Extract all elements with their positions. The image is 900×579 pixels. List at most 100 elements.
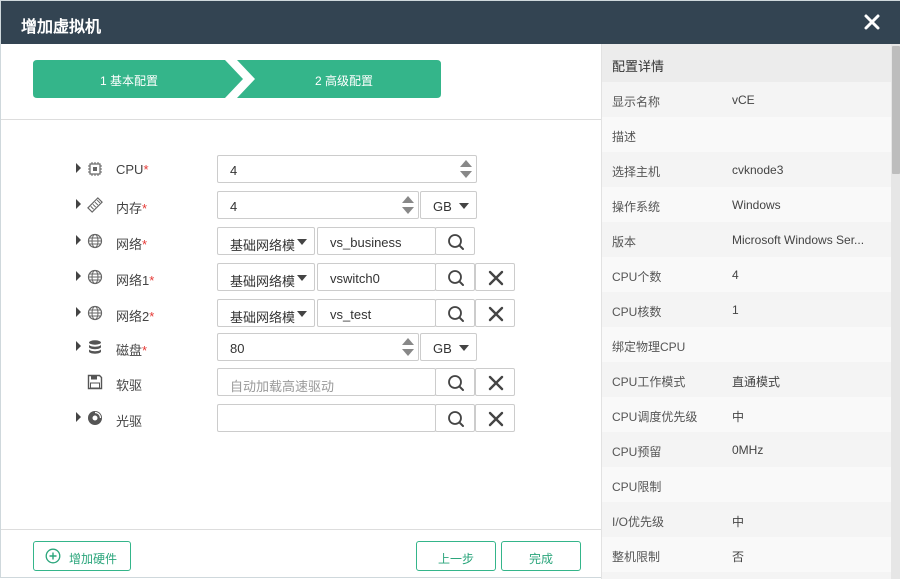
expand-caret-icon[interactable] — [76, 235, 81, 245]
memory-unit-select[interactable]: GB — [420, 191, 477, 219]
floppy-remove-button[interactable] — [475, 368, 515, 396]
memory-size-input[interactable]: 4 — [217, 191, 419, 219]
network1-type-select[interactable]: 基础网络模 — [217, 263, 315, 291]
globe-icon — [87, 305, 103, 321]
network1-vswitch-input[interactable]: vswitch0 — [317, 263, 436, 291]
expand-caret-icon[interactable] — [76, 199, 81, 209]
step-advanced-config[interactable]: 2 高级配置 — [315, 72, 373, 89]
chevron-down-icon — [297, 239, 307, 245]
add-vm-dialog: 增加虚拟机 1 基本配置 2 高级配置 CPU* 4 内存* 4 GB 网络* … — [0, 0, 900, 579]
disk-label: 磁盘* — [116, 343, 148, 358]
wizard-steps: 1 基本配置 2 高级配置 — [33, 60, 441, 98]
globe-icon — [87, 233, 103, 249]
floppy-input[interactable]: 自动加载高速驱动 — [217, 368, 436, 396]
close-icon — [488, 375, 504, 391]
memory-row: 内存* 4 GB — [1, 191, 601, 219]
add-hardware-button[interactable]: 增加硬件 — [33, 541, 131, 571]
config-details-panel: 配置详情 显示名称 vCE 描述选择主机 cvknode3 操作系统 Windows 版本 M… — [601, 44, 900, 579]
disk-unit-select[interactable]: GB — [420, 333, 477, 361]
detail-key: 版本 — [612, 235, 637, 249]
detail-row: 显示名称 vCE — [602, 82, 892, 117]
scrollbar-thumb[interactable] — [892, 46, 900, 174]
disk-stepper[interactable] — [402, 337, 414, 359]
cdrom-label: 光驱 — [116, 414, 143, 429]
detail-key: 整机限制 — [612, 550, 661, 564]
cpu-count-input[interactable]: 4 — [217, 155, 477, 183]
finish-button[interactable]: 完成 — [501, 541, 581, 571]
expand-caret-icon[interactable] — [76, 271, 81, 281]
detail-key: CPU调度优先级 — [612, 410, 698, 424]
chevron-down-icon — [297, 311, 307, 317]
detail-key: 选择主机 — [612, 165, 661, 179]
expand-caret-icon[interactable] — [76, 163, 81, 173]
detail-key: CPU预留 — [612, 445, 662, 459]
close-icon — [488, 411, 504, 427]
detail-row: I/O优先级 中 — [602, 502, 892, 537]
detail-value: cvknode3 — [732, 163, 784, 177]
floppy-disk-icon — [87, 374, 103, 390]
step-basic-config[interactable]: 1 基本配置 — [100, 72, 158, 89]
details-header: 配置详情 — [602, 44, 892, 82]
network-row: 网络* 基础网络模 vs_business — [1, 227, 601, 255]
network2-search-button[interactable] — [435, 299, 475, 327]
network2-vswitch-input[interactable]: vs_test — [317, 299, 436, 327]
disc-icon — [87, 410, 103, 426]
cpu-stepper[interactable] — [460, 159, 472, 181]
detail-key: I/O优先级 — [612, 515, 665, 529]
detail-value: Microsoft Windows Ser... — [732, 233, 865, 247]
floppy-row: 软驱 自动加载高速驱动 — [1, 368, 601, 396]
disk-size-input[interactable]: 80 — [217, 333, 419, 361]
expand-caret-icon[interactable] — [76, 307, 81, 317]
network-type-select[interactable]: 基础网络模 — [217, 227, 315, 255]
network2-remove-button[interactable] — [475, 299, 515, 327]
network1-search-button[interactable] — [435, 263, 475, 291]
previous-button[interactable]: 上一步 — [416, 541, 496, 571]
network-search-button[interactable] — [435, 227, 475, 255]
detail-key: 绑定物理CPU — [612, 340, 686, 354]
detail-row: CPU预留 0MHz — [602, 432, 892, 467]
close-icon — [488, 270, 504, 286]
chevron-down-icon — [459, 203, 469, 209]
detail-key: CPU工作模式 — [612, 375, 686, 389]
detail-value: 1 — [732, 303, 739, 317]
disk-row: 磁盘* 80 GB — [1, 333, 601, 361]
detail-row: 整机限制 否 — [602, 537, 892, 572]
detail-row: 操作系统 Windows — [602, 187, 892, 222]
floppy-search-button[interactable] — [435, 368, 475, 396]
expand-caret-icon[interactable] — [76, 412, 81, 422]
chevron-down-icon — [297, 275, 307, 281]
network1-remove-button[interactable] — [475, 263, 515, 291]
search-icon — [448, 306, 464, 322]
detail-row: 选择主机 cvknode3 — [602, 152, 892, 187]
network2-row: 网络2* 基础网络模 vs_test — [1, 299, 601, 327]
network1-row: 网络1* 基础网络模 vswitch0 — [1, 263, 601, 291]
memory-label: 内存* — [116, 201, 148, 216]
detail-row: 描述 — [602, 117, 892, 152]
detail-value: 中 — [732, 515, 745, 529]
cdrom-remove-button[interactable] — [475, 404, 515, 432]
expand-caret-icon[interactable] — [76, 341, 81, 351]
network1-label: 网络1* — [116, 273, 155, 288]
search-icon — [448, 375, 464, 391]
detail-key: 显示名称 — [612, 95, 661, 109]
detail-row: CPU调度优先级 中 — [602, 397, 892, 432]
detail-row: 版本 Microsoft Windows Ser... — [602, 222, 892, 257]
detail-row: CPU限制 — [602, 467, 892, 502]
cdrom-input[interactable] — [217, 404, 436, 432]
close-icon[interactable] — [861, 11, 883, 33]
detail-key: 操作系统 — [612, 200, 661, 214]
divider — [1, 119, 601, 120]
cdrom-search-button[interactable] — [435, 404, 475, 432]
database-icon — [87, 339, 103, 355]
network2-label: 网络2* — [116, 309, 155, 324]
memory-stepper[interactable] — [402, 195, 414, 217]
network-vswitch-input[interactable]: vs_business — [317, 227, 436, 255]
network2-type-select[interactable]: 基础网络模 — [217, 299, 315, 327]
details-scrollbar[interactable] — [891, 44, 900, 579]
chevron-down-icon — [459, 345, 469, 351]
details-title: 配置详情 — [612, 59, 665, 74]
detail-value: 0MHz — [732, 443, 764, 457]
detail-value: 4 — [732, 268, 739, 282]
search-icon — [448, 270, 464, 286]
detail-value: 中 — [732, 410, 745, 424]
